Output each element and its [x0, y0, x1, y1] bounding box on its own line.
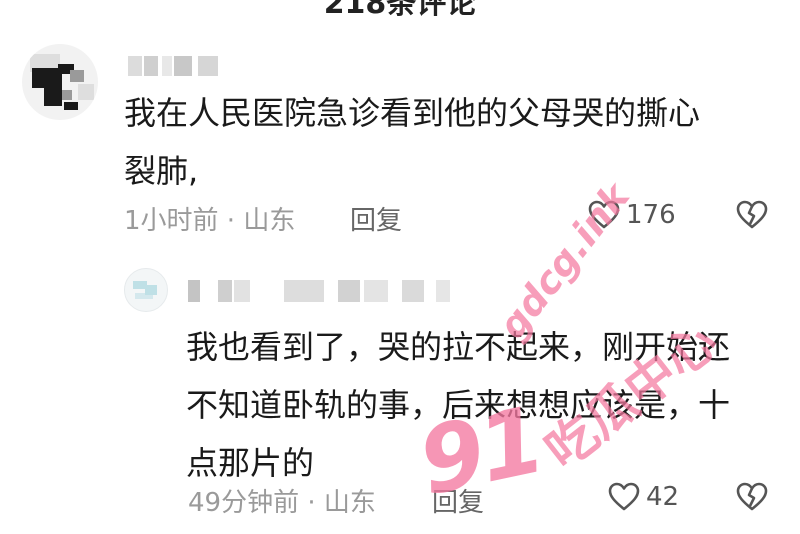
avatar[interactable]: [124, 268, 168, 312]
like-button[interactable]: 42: [608, 482, 679, 512]
username-blurred[interactable]: [128, 56, 218, 76]
reply-text: 我也看到了，哭的拉不起来，刚开始还 不知道卧轨的事，后来想想应该是，十 点那片的: [186, 328, 731, 482]
comment-count-title: 218条评论: [323, 0, 477, 21]
reply-time-location: 49分钟前 · 山东: [188, 488, 376, 518]
comment-text: 我在人民医院急诊看到他的父母哭的撕心 裂肺,: [124, 94, 701, 190]
heart-outline-icon: [608, 482, 640, 512]
like-count: 176: [626, 200, 676, 230]
broken-heart-icon[interactable]: [736, 200, 768, 230]
heart-outline-icon: [588, 200, 620, 230]
avatar[interactable]: [22, 44, 98, 120]
broken-heart-icon[interactable]: [736, 482, 768, 512]
like-button[interactable]: 176: [588, 200, 676, 230]
like-count: 42: [646, 482, 680, 512]
comments-page: 218条评论 我在人民医院急诊看到他的父母哭的撕心 裂肺, 1小时前 · 山东 …: [0, 0, 800, 534]
comment-time-location: 1小时前 · 山东: [124, 206, 296, 236]
reply-button[interactable]: 回复: [432, 482, 484, 519]
reply-button[interactable]: 回复: [350, 200, 402, 237]
username-blurred[interactable]: [188, 280, 458, 302]
